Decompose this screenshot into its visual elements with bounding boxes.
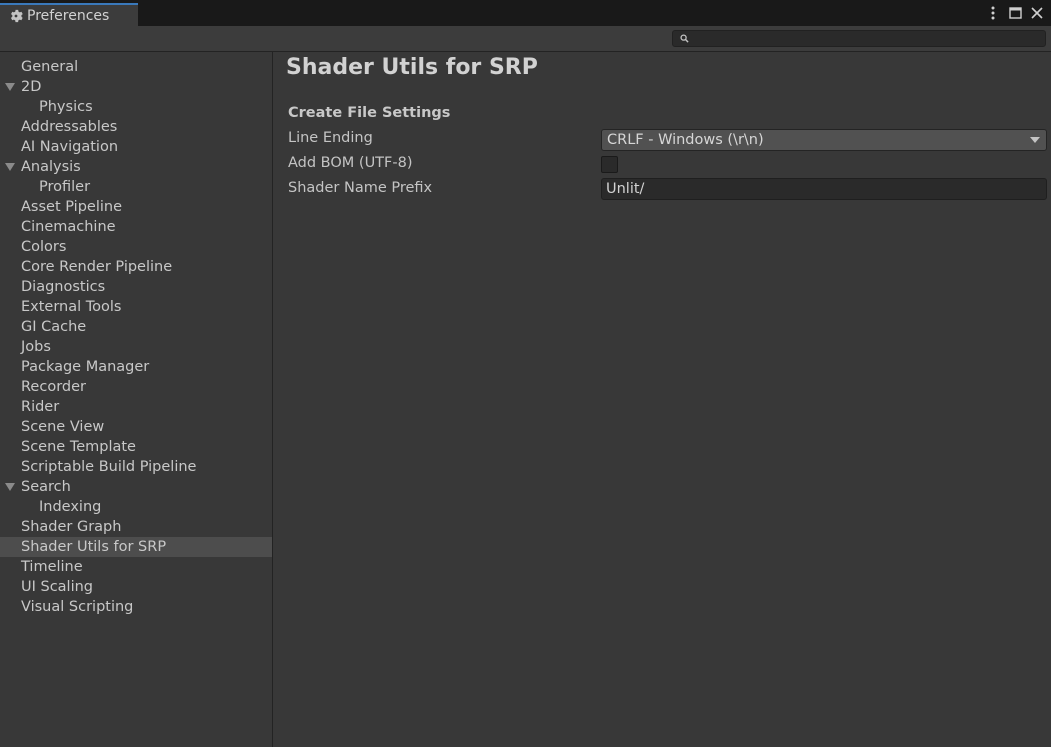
sidebar-item-cinemachine[interactable]: Cinemachine (0, 217, 272, 237)
sidebar-item-indexing[interactable]: Indexing (0, 497, 272, 517)
sidebar-item-label: Addressables (21, 119, 118, 135)
more-options-icon[interactable] (985, 5, 1001, 21)
search-icon (679, 34, 689, 44)
shader-name-prefix-input[interactable] (602, 180, 1046, 198)
sidebar-item-label: Scene View (21, 419, 105, 435)
shader-name-prefix-label: Shader Name Prefix (288, 180, 433, 196)
sidebar-item-label: Shader Graph (21, 519, 122, 535)
sidebar-item-label: Asset Pipeline (21, 199, 122, 215)
sidebar-item-scene-template[interactable]: Scene Template (0, 437, 272, 457)
sidebar-item-jobs[interactable]: Jobs (0, 337, 272, 357)
sidebar-item-addressables[interactable]: Addressables (0, 117, 272, 137)
preferences-window: Preferences General 2D Physics Addressab… (0, 0, 1051, 747)
expand-triangle-icon[interactable] (5, 483, 15, 491)
sidebar-item-profiler[interactable]: Profiler (0, 177, 272, 197)
sidebar-item-label: AI Navigation (21, 139, 119, 155)
add-bom-label: Add BOM (UTF-8) (288, 155, 413, 171)
line-ending-label: Line Ending (288, 130, 373, 146)
sidebar-item-shader-utils-for-srp[interactable]: Shader Utils for SRP (0, 537, 272, 557)
close-icon[interactable] (1029, 5, 1045, 21)
line-ending-value: CRLF - Windows (\r\n) (607, 132, 764, 148)
sidebar: General 2D Physics Addressables AI Navigatio… (0, 52, 273, 747)
search-input[interactable] (689, 31, 1045, 46)
line-ending-dropdown[interactable]: CRLF - Windows (\r\n) (601, 129, 1047, 151)
sidebar-item-shader-graph[interactable]: Shader Graph (0, 517, 272, 537)
sidebar-item-label: UI Scaling (21, 579, 94, 595)
maximize-icon[interactable] (1007, 5, 1023, 21)
sidebar-item-recorder[interactable]: Recorder (0, 377, 272, 397)
tab-title: Preferences (27, 7, 110, 24)
expand-triangle-icon[interactable] (5, 83, 15, 91)
shader-name-prefix-field[interactable] (601, 178, 1047, 200)
sidebar-item-physics[interactable]: Physics (0, 97, 272, 117)
window-controls (985, 5, 1045, 21)
sidebar-item-package-manager[interactable]: Package Manager (0, 357, 272, 377)
sidebar-item-label: Cinemachine (21, 219, 116, 235)
sidebar-item-label: Search (21, 479, 71, 495)
sidebar-item-label: 2D (21, 79, 42, 95)
sidebar-item-label: Timeline (21, 559, 83, 575)
sidebar-item-visual-scripting[interactable]: Visual Scripting (0, 597, 272, 617)
sidebar-item-ai-navigation[interactable]: AI Navigation (0, 137, 272, 157)
sidebar-item-label: Profiler (39, 179, 91, 195)
sidebar-item-label: Rider (21, 399, 60, 415)
settings-panel: Shader Utils for SRP Create File Setting… (274, 52, 1051, 747)
sidebar-item-label: Core Render Pipeline (21, 259, 173, 275)
sidebar-item-core-render-pipeline[interactable]: Core Render Pipeline (0, 257, 272, 277)
sidebar-item-label: GI Cache (21, 319, 87, 335)
chevron-down-icon (1030, 137, 1040, 143)
sidebar-item-external-tools[interactable]: External Tools (0, 297, 272, 317)
expand-triangle-icon[interactable] (5, 163, 15, 171)
sidebar-item-diagnostics[interactable]: Diagnostics (0, 277, 272, 297)
sidebar-item-label: Recorder (21, 379, 86, 395)
sidebar-item-label: Diagnostics (21, 279, 106, 295)
search-box[interactable] (672, 30, 1046, 47)
sidebar-item-timeline[interactable]: Timeline (0, 557, 272, 577)
sidebar-item-analysis[interactable]: Analysis (0, 157, 272, 177)
sidebar-item-label: Scene Template (21, 439, 136, 455)
sidebar-item-label: Jobs (21, 339, 51, 355)
sidebar-item-ui-scaling[interactable]: UI Scaling (0, 577, 272, 597)
sidebar-item-label: Physics (39, 99, 93, 115)
sidebar-item-gi-cache[interactable]: GI Cache (0, 317, 272, 337)
sidebar-item-search[interactable]: Search (0, 477, 272, 497)
toolbar (0, 26, 1051, 52)
sidebar-item-asset-pipeline[interactable]: Asset Pipeline (0, 197, 272, 217)
tab-strip: Preferences (0, 0, 1051, 26)
sidebar-item-label: Visual Scripting (21, 599, 134, 615)
sidebar-item-scene-view[interactable]: Scene View (0, 417, 272, 437)
sidebar-item-label: General (21, 59, 79, 75)
sidebar-item-general[interactable]: General (0, 57, 272, 77)
page-title: Shader Utils for SRP (286, 55, 538, 80)
sidebar-item-label: Colors (21, 239, 67, 255)
sidebar-item-2d[interactable]: 2D (0, 77, 272, 97)
sidebar-item-label: Analysis (21, 159, 81, 175)
sidebar-item-rider[interactable]: Rider (0, 397, 272, 417)
gear-icon (8, 8, 23, 23)
sidebar-item-label: Package Manager (21, 359, 150, 375)
sidebar-item-scriptable-build-pipeline[interactable]: Scriptable Build Pipeline (0, 457, 272, 477)
add-bom-checkbox[interactable] (601, 156, 618, 173)
sidebar-item-label: Scriptable Build Pipeline (21, 459, 197, 475)
sidebar-item-label: External Tools (21, 299, 122, 315)
sidebar-item-label: Shader Utils for SRP (21, 539, 167, 555)
sidebar-item-label: Indexing (39, 499, 102, 515)
tab-preferences[interactable]: Preferences (0, 3, 138, 26)
sidebar-item-colors[interactable]: Colors (0, 237, 272, 257)
section-title: Create File Settings (288, 105, 451, 121)
